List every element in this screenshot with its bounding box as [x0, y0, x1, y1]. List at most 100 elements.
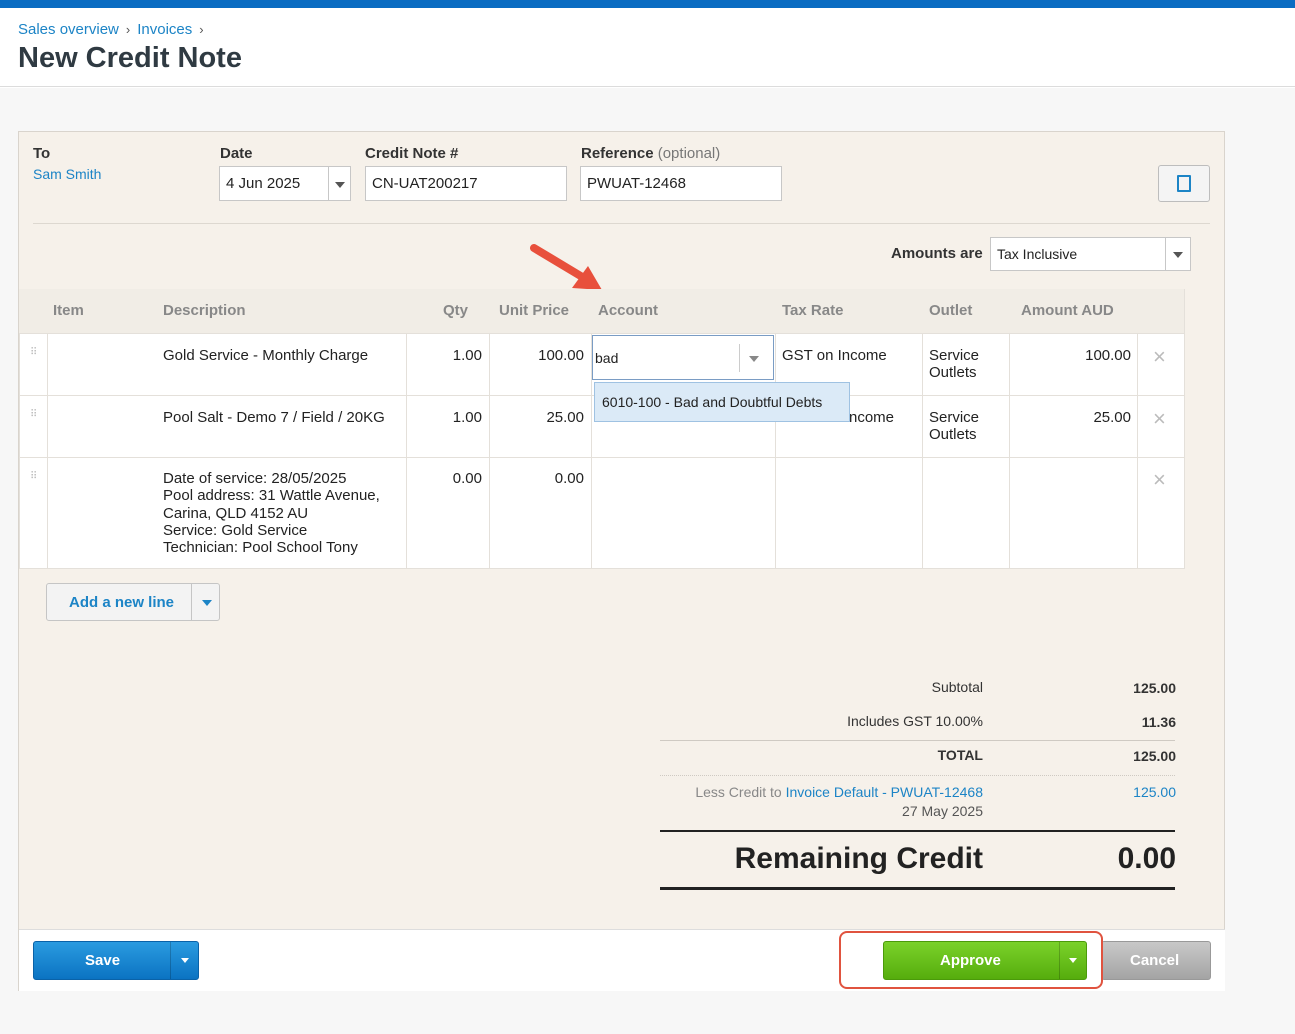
date-picker-button[interactable] [328, 166, 351, 201]
grid-line [406, 333, 407, 569]
row-1-amount[interactable]: 100.00 [1021, 347, 1131, 364]
date-label: Date [220, 145, 253, 162]
line-items-grid: Item Description Qty Unit Price Account … [19, 289, 1185, 569]
less-credit-prefix: Less Credit to [695, 784, 782, 800]
add-new-line-label: Add a new line [69, 594, 175, 611]
top-bar [0, 0, 1295, 8]
grid-line [19, 333, 20, 569]
row-2-amount[interactable]: 25.00 [1021, 409, 1131, 426]
grid-line [489, 333, 490, 569]
column-header-amount: Amount AUD [1021, 289, 1114, 333]
chevron-down-icon[interactable] [202, 600, 212, 606]
grid-line [19, 568, 1185, 569]
drag-handle-icon[interactable]: ⠿ [30, 348, 37, 363]
grid-line [922, 333, 923, 569]
row-2-outlet-line: Service [929, 409, 980, 426]
chevron-down-icon[interactable] [749, 356, 759, 362]
subtotal-label: Subtotal [931, 679, 983, 695]
grid-line [19, 333, 1185, 334]
cancel-button[interactable]: Cancel [1101, 941, 1211, 980]
credited-invoice-link[interactable]: Invoice Default - PWUAT-12468 [786, 784, 983, 800]
account-autocomplete-input[interactable]: bad [592, 335, 774, 380]
total-label: TOTAL [937, 747, 983, 763]
row-3-description-line: Technician: Pool School Tony [163, 539, 358, 557]
grid-line [1009, 333, 1010, 569]
breadcrumb-separator: › [199, 22, 204, 37]
chevron-down-icon[interactable] [181, 958, 189, 963]
row-1-outlet-line: Service [929, 347, 980, 364]
row-2-outlet-line: Outlets [929, 426, 977, 443]
gst-value: 11.36 [1141, 714, 1176, 730]
account-suggestion-option[interactable]: 6010-100 - Bad and Doubtful Debts [594, 382, 850, 422]
grid-line [47, 333, 48, 569]
row-3-unit-price[interactable]: 0.00 [499, 470, 584, 487]
approve-highlight-annotation [839, 931, 1103, 989]
chevron-down-icon [1173, 252, 1183, 258]
reference-optional-text: (optional) [657, 145, 721, 162]
reference-input[interactable]: PWUAT-12468 [580, 166, 782, 201]
amounts-are-label: Amounts are [891, 245, 983, 262]
annotation-arrow-icon [530, 244, 602, 290]
remaining-divider [660, 830, 1175, 832]
less-credit-value[interactable]: 125.00 [1133, 784, 1176, 800]
row-3-description-line: Date of service: 28/05/2025 [163, 470, 347, 487]
drag-handle-icon[interactable]: ⠿ [30, 410, 37, 425]
button-divider [191, 584, 192, 620]
breadcrumb-sales-overview[interactable]: Sales overview [18, 21, 119, 38]
button-divider [170, 942, 171, 979]
row-2-tax-rate[interactable]: ncome [849, 409, 894, 426]
column-header-qty: Qty [443, 289, 469, 333]
column-header-description: Description [163, 289, 246, 333]
remove-line-icon[interactable]: × [1153, 469, 1166, 491]
row-1-description[interactable]: Gold Service - Monthly Charge [163, 347, 368, 364]
row-1-outlet[interactable]: Service Outlets [929, 347, 979, 381]
save-button[interactable]: Save [33, 941, 199, 980]
row-3-description[interactable]: Date of service: 28/05/2025 Pool address… [163, 470, 380, 556]
grid-line [19, 457, 1185, 458]
amounts-are-select[interactable]: Tax Inclusive [990, 237, 1166, 271]
amounts-are-dropdown-button[interactable] [1165, 237, 1191, 271]
row-1-qty[interactable]: 1.00 [443, 347, 482, 364]
row-3-description-line: Pool address: 31 Wattle Avenue, [163, 487, 380, 505]
row-2-outlet[interactable]: Service Outlets [929, 409, 979, 443]
remaining-divider [660, 887, 1175, 890]
date-input[interactable]: 4 Jun 2025 [219, 166, 329, 201]
contact-link[interactable]: Sam Smith [33, 166, 101, 182]
credit-note-number-input[interactable]: CN-UAT200217 [365, 166, 567, 201]
column-header-account: Account [598, 289, 658, 333]
gst-label: Includes GST 10.00% [847, 713, 983, 729]
save-label: Save [85, 952, 121, 969]
subtotal-value: 125.00 [1133, 680, 1176, 696]
column-header-item: Item [53, 289, 84, 333]
column-header-outlet: Outlet [929, 289, 973, 333]
remaining-credit-value: 0.00 [1117, 842, 1176, 875]
total-value: 125.00 [1133, 748, 1176, 764]
row-3-description-line: Service: Gold Service [163, 521, 308, 539]
row-1-outlet-line: Outlets [929, 364, 977, 381]
credit-note-number-label: Credit Note # [365, 145, 459, 162]
form-divider [33, 223, 1210, 224]
cancel-label: Cancel [1130, 952, 1180, 969]
row-1-tax-rate[interactable]: GST on Income [782, 347, 887, 364]
remove-line-icon[interactable]: × [1153, 346, 1166, 368]
to-label: To [33, 145, 51, 162]
row-1-unit-price[interactable]: 100.00 [499, 347, 584, 364]
add-new-line-button[interactable]: Add a new line [46, 583, 220, 621]
chevron-down-icon [335, 182, 345, 188]
row-2-qty[interactable]: 1.00 [443, 409, 482, 426]
copy-document-button[interactable] [1158, 165, 1210, 202]
page-header: Sales overview › Invoices › New Credit Note [0, 8, 1295, 87]
less-credit-date: 27 May 2025 [902, 803, 983, 819]
row-2-unit-price[interactable]: 25.00 [499, 409, 584, 426]
row-3-qty[interactable]: 0.00 [443, 470, 482, 487]
column-header-unit-price: Unit Price [499, 289, 570, 333]
grid-line [1137, 333, 1138, 569]
totals-divider [660, 740, 1175, 741]
drag-handle-icon[interactable]: ⠿ [30, 472, 37, 487]
remove-line-icon[interactable]: × [1153, 408, 1166, 430]
breadcrumb-invoices[interactable]: Invoices [137, 21, 192, 38]
reference-label: Reference (optional) [581, 145, 720, 162]
row-2-description[interactable]: Pool Salt - Demo 7 / Field / 20KG [163, 409, 385, 426]
row-3-description-line: Carina, QLD 4152 AU [163, 504, 309, 522]
totals-divider [660, 775, 1175, 776]
